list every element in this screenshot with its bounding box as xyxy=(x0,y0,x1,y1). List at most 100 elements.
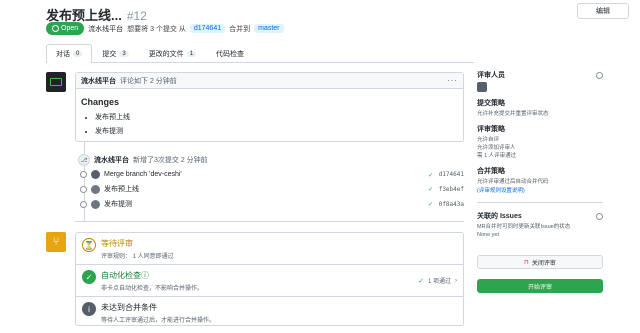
commit-node-icon xyxy=(80,171,87,178)
sidebar: 评审人员 提交策略 允许补充提交并重置评审状态 评审策略 允许自评 允许添加评审… xyxy=(477,70,603,245)
check-icon: ✓ xyxy=(428,200,433,208)
commit-message[interactable]: Merge branch 'dev-ceshi' xyxy=(104,171,182,178)
source-branch[interactable]: d174641 xyxy=(189,24,226,33)
tab-counter: 0 xyxy=(73,51,83,57)
issues-section: 关联的 Issues MR合并时可同时更新关联Issue的状态 None yet xyxy=(477,211,603,239)
pr-meta: Open 流水线平台 想要将 3 个提交 从 d174641 合并到 maste… xyxy=(46,22,284,35)
comment-body: Changes 发布预上线 发布提测 xyxy=(76,89,463,136)
commit-node-icon xyxy=(80,200,87,208)
close-pr-icon: ⊓ xyxy=(524,259,529,266)
merge-icon: ⑂ xyxy=(46,232,66,252)
tab-code-check[interactable]: 代码检查 xyxy=(206,44,254,63)
review-policy-section: 评审策略 允许自评 允许添加评审人 需 1 人评审通过 xyxy=(477,124,603,160)
event-author[interactable]: 流水线平台 xyxy=(94,155,129,165)
tab-label: 更改的文件 xyxy=(148,51,184,58)
reviewers-title: 评审人员 xyxy=(477,72,505,79)
target-branch[interactable]: master xyxy=(254,24,284,33)
merge-policy-title: 合并策略 xyxy=(477,168,505,175)
chevron-right-icon: › xyxy=(455,277,457,284)
checks-title: 自动化检查ⓘ xyxy=(101,271,149,280)
changes-list: 发布预上线 发布提测 xyxy=(81,112,458,136)
commit-sha[interactable]: f3eb4ef xyxy=(439,186,464,193)
reviewer-avatar[interactable] xyxy=(477,82,487,92)
tab-bar: 对话 0 提交 3 更改的文件 1 代码检查 xyxy=(46,44,254,63)
status-badge: Open xyxy=(46,22,85,35)
list-item: 发布提测 xyxy=(95,126,458,136)
check-circle-icon: ✓ xyxy=(82,270,96,284)
pr-number: #12 xyxy=(126,9,147,23)
close-review-button[interactable]: ⊓ 关闭评审 xyxy=(477,255,603,269)
check-icon: ✓ xyxy=(428,185,433,193)
merge-policy-section: 合并策略 允许评审通过后自动合并代码 (评审规则设置说明) xyxy=(477,166,603,194)
edit-button[interactable]: 编辑 xyxy=(577,3,629,19)
checks-status[interactable]: ✓ 自动化检查ⓘ 非卡点自动化检查，不影响合并操作。 ✓ 1 项通过 › xyxy=(76,264,463,296)
check-icon: ✓ xyxy=(418,277,424,285)
merge-conditions: i 未达到合并条件 等待人工评审通过后，才能进行合并操作。 xyxy=(76,296,463,325)
commit-policy-title: 提交策略 xyxy=(477,100,505,107)
review-desc: 评审规则： 1 人同意即通过 xyxy=(101,254,174,260)
tab-label: 提交 xyxy=(102,51,117,58)
issues-title: 关联的 Issues xyxy=(477,213,522,220)
comment-heading: Changes xyxy=(81,97,120,107)
merge-status-box: ⏳ 等待评审 评审规则： 1 人同意即通过 ✓ 自动化检查ⓘ 非卡点自动化检查，… xyxy=(75,232,464,326)
review-policy-title: 评审策略 xyxy=(477,126,505,133)
checks-count: 1 项通过 xyxy=(427,279,451,285)
checks-desc: 非卡点自动化检查，不影响合并操作。 xyxy=(101,286,204,292)
conditions-desc: 等待人工评审通过后，才能进行合并操作。 xyxy=(101,318,216,324)
info-icon: i xyxy=(82,302,96,316)
tab-commits[interactable]: 提交 3 xyxy=(92,44,138,63)
merge-policy-link[interactable]: (评审规则设置说明) xyxy=(477,186,603,194)
close-review-label: 关闭评审 xyxy=(531,260,556,267)
merge-policy-text: 允许评审通过后自动合并代码 xyxy=(477,179,549,185)
meta-user[interactable]: 流水线平台 xyxy=(88,24,123,34)
commit-message[interactable]: 发布提测 xyxy=(104,199,132,209)
commit-row[interactable]: 发布预上线 ✓ f3eb4ef xyxy=(80,184,464,194)
reviewers-section: 评审人员 xyxy=(477,70,603,92)
tab-files[interactable]: 更改的文件 1 xyxy=(139,44,206,63)
avatar xyxy=(91,170,100,179)
meta-merge-text: 合并到 xyxy=(229,25,251,33)
checks-summary[interactable]: ✓ 1 项通过 › xyxy=(418,276,457,286)
review-policy-line: 允许添加评审人 xyxy=(477,145,516,151)
tab-counter: 1 xyxy=(186,51,197,57)
commit-node-icon xyxy=(80,185,87,193)
check-icon: ✓ xyxy=(428,170,433,179)
issues-none: None yet xyxy=(477,232,500,238)
commit-sha[interactable]: d174641 xyxy=(439,171,464,178)
open-icon xyxy=(52,25,59,32)
commit-policy-text: 允许补充提交并重置评审状态 xyxy=(477,111,549,117)
commit-row[interactable]: Merge branch 'dev-ceshi' ✓ d174641 xyxy=(80,170,464,179)
comment-author[interactable]: 流水线平台 xyxy=(81,76,116,86)
review-title: 等待评审 xyxy=(101,239,133,248)
commit-row[interactable]: 发布提测 ✓ 0f8a43a xyxy=(80,199,464,209)
timeline-divider xyxy=(75,221,464,222)
hourglass-icon: ⏳ xyxy=(82,238,96,252)
review-policy-line: 允许自评 xyxy=(477,137,500,143)
meta-text: 想要将 3 个提交 从 xyxy=(127,25,186,33)
event-text: 新增了3次提交 2 分钟前 xyxy=(133,157,208,164)
avatar xyxy=(91,199,100,209)
issues-text: MR合并时可同时更新关联Issue的状态 xyxy=(477,224,571,230)
review-status: ⏳ 等待评审 评审规则： 1 人同意即通过 xyxy=(76,233,463,264)
sidebar-divider xyxy=(477,202,603,203)
conditions-title: 未达到合并条件 xyxy=(101,303,157,312)
commit-event-icon: ⎇ xyxy=(78,154,90,166)
status-label: Open xyxy=(61,25,79,32)
start-review-button[interactable]: 开始评审 xyxy=(477,279,603,293)
commit-event: ⎇ 流水线平台 新增了3次提交 2 分钟前 xyxy=(78,154,208,166)
tab-label: 对话 xyxy=(56,51,70,58)
tab-conversation[interactable]: 对话 0 xyxy=(46,44,93,63)
list-item: 发布预上线 xyxy=(95,112,458,122)
review-policy-line: 需 1 人评审通过 xyxy=(477,153,517,159)
tab-counter: 3 xyxy=(119,51,129,57)
commit-policy-section: 提交策略 允许补充提交并重置评审状态 xyxy=(477,98,603,118)
bot-avatar[interactable] xyxy=(46,72,66,92)
more-icon[interactable]: ··· xyxy=(447,76,458,85)
avatar xyxy=(91,184,100,194)
commit-message[interactable]: 发布预上线 xyxy=(104,184,139,194)
comment-header: 流水线平台 评论如下 2 分钟前 ··· xyxy=(76,73,463,89)
commit-sha[interactable]: 0f8a43a xyxy=(439,201,464,208)
comment-card: 流水线平台 评论如下 2 分钟前 ··· Changes 发布预上线 发布提测 xyxy=(75,72,464,142)
gear-icon[interactable] xyxy=(596,212,603,220)
gear-icon[interactable] xyxy=(596,71,603,79)
